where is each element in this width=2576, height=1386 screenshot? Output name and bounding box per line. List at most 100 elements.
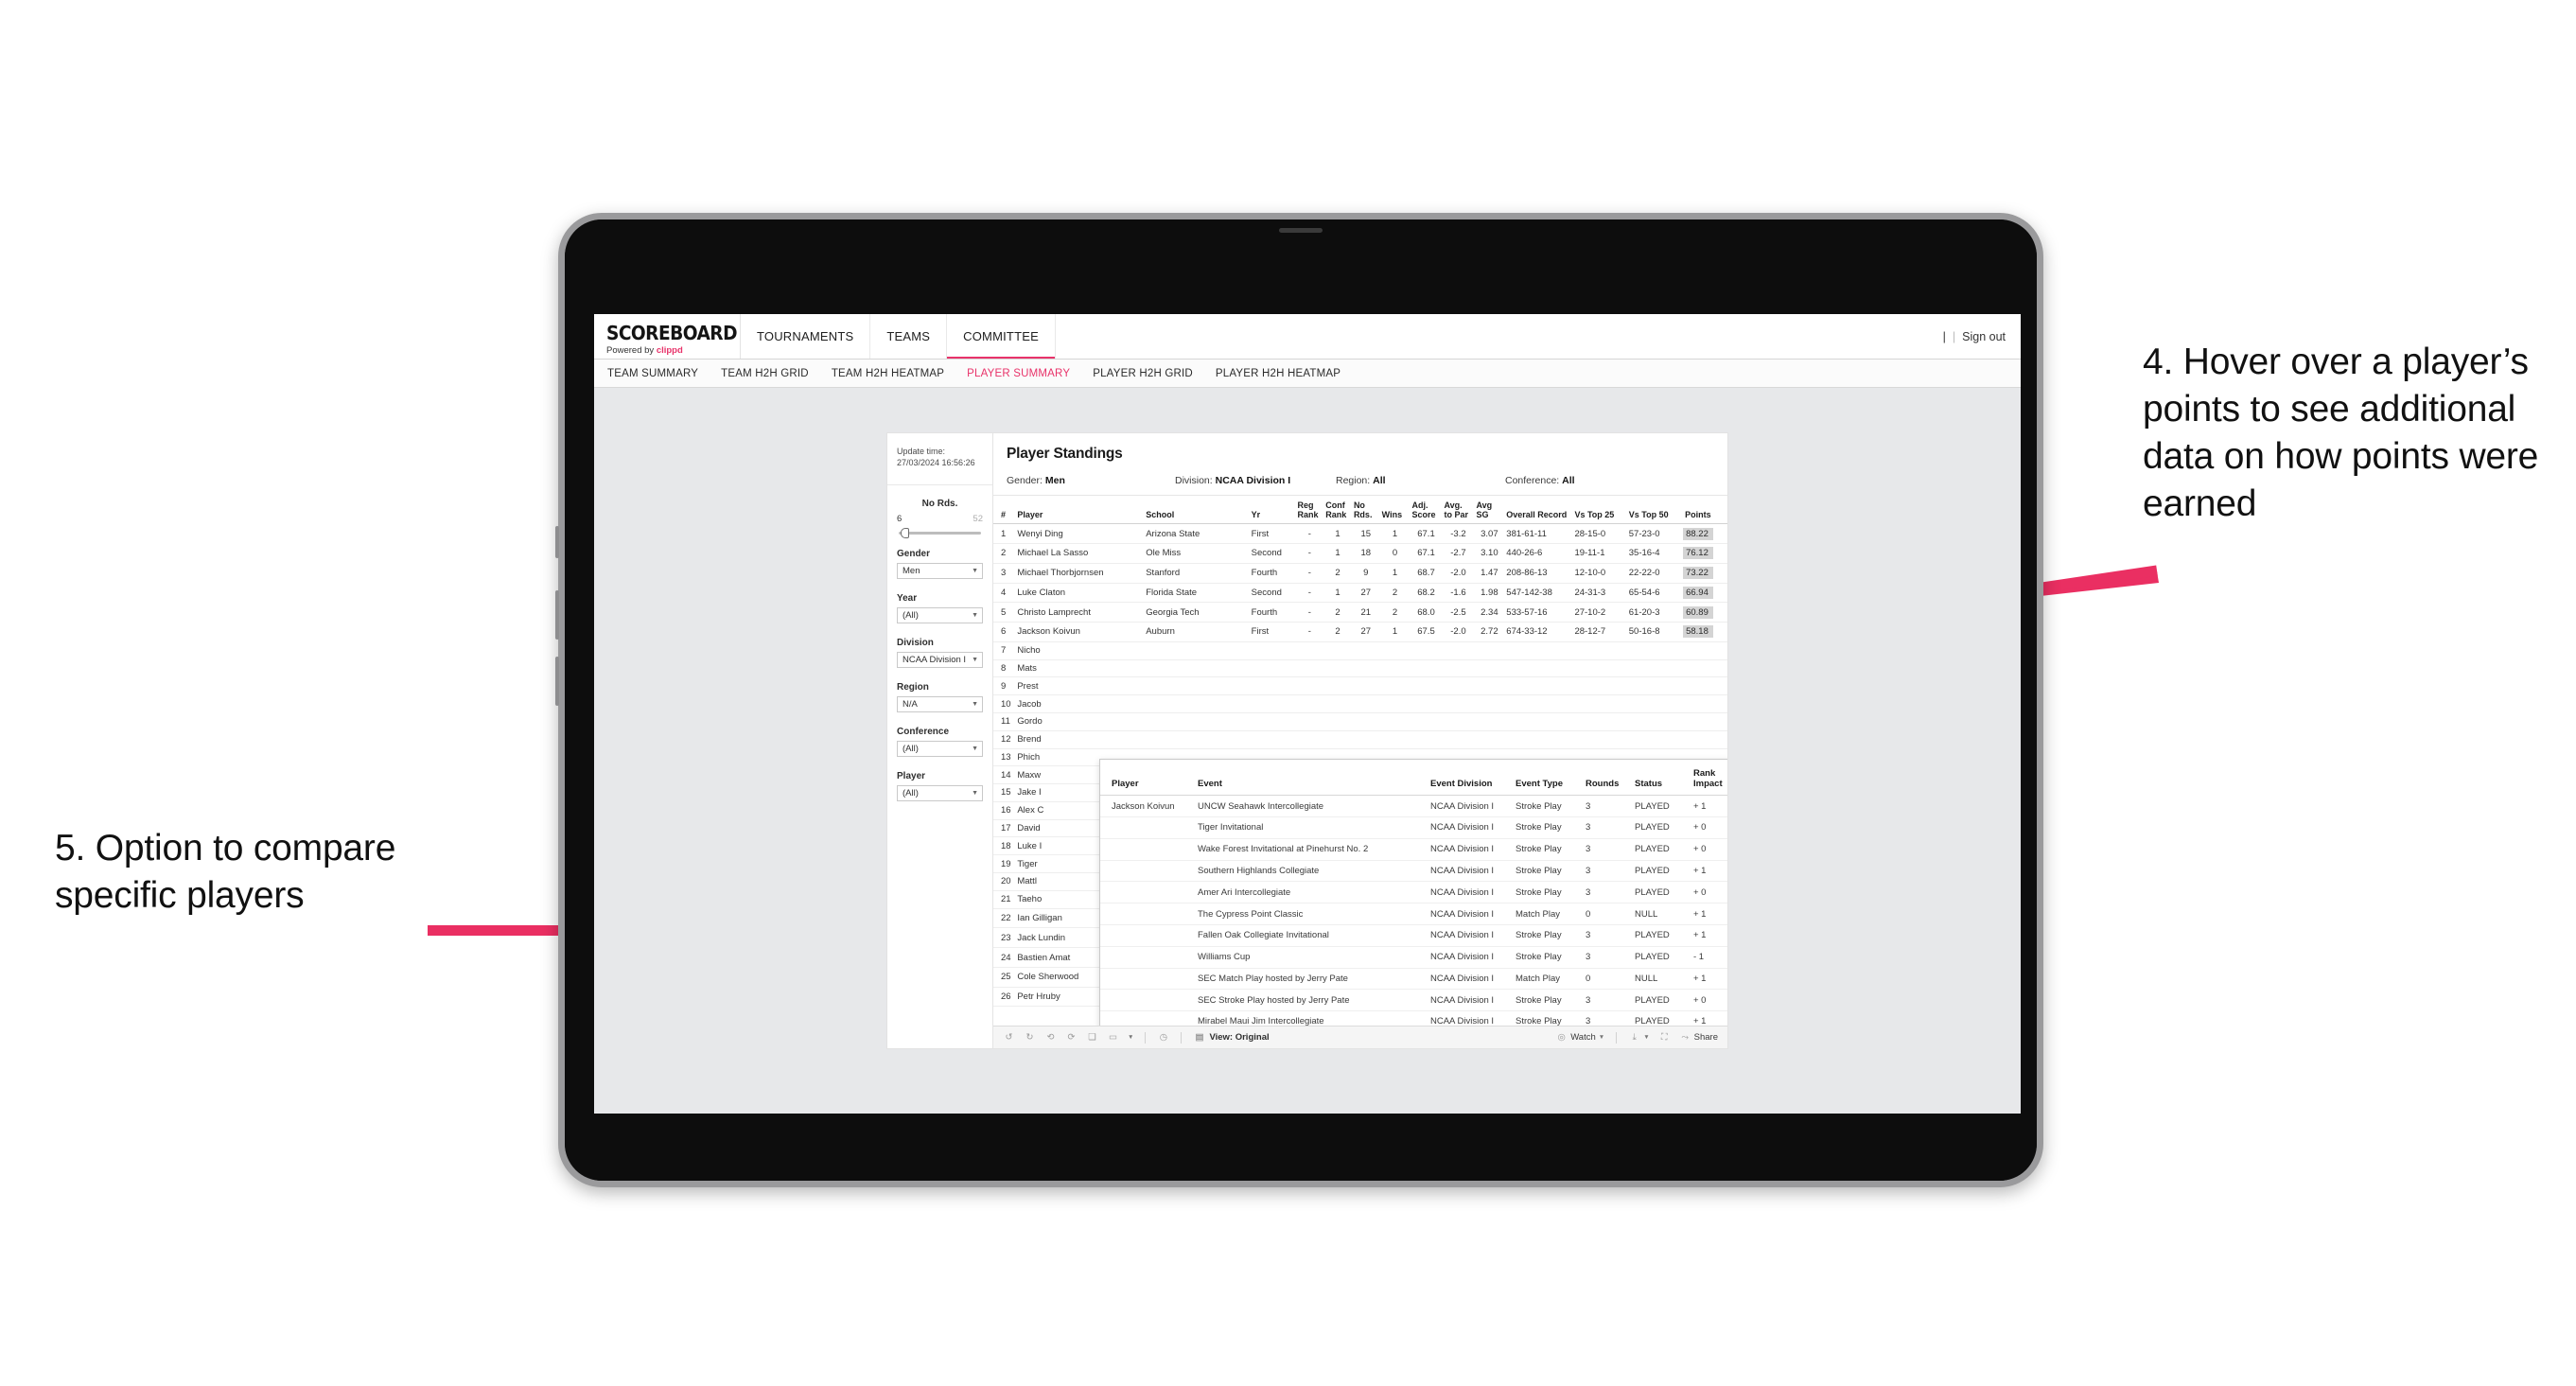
history-icon[interactable]: ◷ — [1157, 1031, 1169, 1044]
nav-committee[interactable]: COMMITTEE — [947, 314, 1056, 359]
tt-event-cell: Southern Highlands Collegiate — [1195, 860, 1428, 883]
points-cell[interactable]: 58.18 — [1681, 622, 1727, 642]
tab-player-summary[interactable]: PLAYER SUMMARY — [967, 368, 1070, 379]
rounds-cell: 15 — [1351, 523, 1380, 544]
table-row[interactable]: 2 Michael La Sasso Ole Miss Second -1 18 0 67.1… — [993, 543, 1727, 564]
revert-icon[interactable]: ⟲ — [1044, 1031, 1057, 1044]
col-no-rounds[interactable]: No Rds. — [1351, 496, 1380, 525]
conf-rank-cell: 2 — [1323, 563, 1352, 584]
fullscreen-icon[interactable]: ⛶ — [1658, 1031, 1671, 1044]
wins-cell: 2 — [1379, 583, 1411, 604]
tab-team-h2h-heatmap[interactable]: TEAM H2H HEATMAP — [832, 368, 944, 379]
table-row[interactable]: 3 Michael Thorbjornsen Stanford Fourth -2 9 1 6… — [993, 563, 1727, 584]
powered-by-text: Powered by — [606, 344, 657, 356]
power-button[interactable] — [555, 526, 559, 558]
player-dropdown[interactable]: (All) ▼ — [897, 785, 983, 802]
vs-top25-cell: 19-11-1 — [1572, 543, 1627, 564]
col-vs-top-25[interactable]: Vs Top 25 — [1572, 496, 1627, 525]
col-points[interactable]: Points — [1681, 496, 1727, 525]
highlight-icon[interactable]: ▭ — [1107, 1031, 1119, 1044]
tab-team-h2h-grid[interactable]: TEAM H2H GRID — [721, 368, 809, 379]
no-rounds-slider-group: No Rds. 6 52 — [897, 499, 983, 539]
col-overall-record[interactable]: Overall Record — [1504, 496, 1573, 525]
points-cell[interactable]: 88.22 — [1681, 523, 1727, 544]
tt-rank-line1: Rank — [1693, 768, 1716, 779]
redo-icon[interactable]: ↻ — [1024, 1031, 1036, 1044]
watch-button[interactable]: ◎ Watch ▼ — [1555, 1031, 1605, 1044]
download-button[interactable]: ⤓ ▼ — [1628, 1031, 1650, 1044]
volume-down-button[interactable] — [555, 657, 559, 706]
gender-dropdown[interactable]: Men ▼ — [897, 563, 983, 580]
no-rounds-slider[interactable] — [899, 528, 981, 539]
tt-rank-impact-cell: + 0 — [1691, 881, 1727, 904]
col-rank[interactable]: # — [993, 496, 1016, 525]
view-original-button[interactable]: ▤ View: Original — [1193, 1031, 1269, 1044]
year-dropdown[interactable]: (All) ▼ — [897, 607, 983, 624]
table-row[interactable]: 7 Nicho — [993, 641, 1727, 660]
conference-dropdown[interactable]: (All) ▼ — [897, 741, 983, 758]
points-cell[interactable]: 73.22 — [1681, 563, 1727, 584]
undo-icon[interactable]: ↺ — [1003, 1031, 1015, 1044]
refresh-data-icon[interactable]: ⟳ — [1065, 1031, 1078, 1044]
tt-event-cell: Wake Forest Invitational at Pinehurst No… — [1195, 838, 1428, 861]
points-cell[interactable]: 60.89 — [1681, 602, 1727, 623]
sign-out-link[interactable]: Sign out — [1962, 330, 2006, 343]
division-dropdown[interactable]: NCAA Division I ▼ — [897, 652, 983, 669]
col-player[interactable]: Player — [1015, 496, 1145, 525]
share-icon: ⤳ — [1681, 1032, 1689, 1043]
table-row[interactable]: 12 Brend — [993, 730, 1727, 749]
tt-rank-impact-cell: - 1 — [1691, 946, 1727, 969]
nav-teams[interactable]: TEAMS — [870, 314, 948, 359]
tt-division-cell: NCAA Division I — [1428, 860, 1513, 883]
nav-tournaments[interactable]: TOURNAMENTS — [741, 314, 871, 359]
col-avg-sg[interactable]: Avg SG — [1474, 496, 1505, 525]
region-dropdown[interactable]: N/A ▼ — [897, 696, 983, 713]
table-row[interactable]: 8 Mats — [993, 659, 1727, 678]
adj-score-cell: 67.1 — [1410, 543, 1443, 564]
tt-rounds-cell: 3 — [1583, 881, 1632, 904]
player-cell: Wenyi Ding — [1015, 523, 1145, 544]
tt-division-cell: NCAA Division I — [1428, 968, 1513, 991]
school-cell: Arizona State — [1144, 523, 1250, 544]
view-label: View: Original — [1209, 1032, 1270, 1043]
rounds-cell: 27 — [1351, 622, 1380, 642]
avg-par-cell: -2.7 — [1442, 543, 1475, 564]
tt-player-cell — [1100, 1010, 1195, 1026]
tab-team-summary[interactable]: TEAM SUMMARY — [607, 368, 698, 379]
col-conf-rank[interactable]: Conf Rank — [1323, 496, 1352, 525]
viz-bottom-toolbar: ↺ ↻ ⟲ ⟳ ❏ ▭ ▼ ◷ ▤ View: Original ◎ Watch… — [993, 1026, 1727, 1048]
table-row[interactable]: 9 Prest — [993, 676, 1727, 696]
pause-updates-icon[interactable]: ❏ — [1086, 1031, 1098, 1044]
slider-thumb[interactable] — [901, 528, 909, 539]
table-row[interactable]: 11 Gordo — [993, 712, 1727, 731]
avg-sg-cell: 1.98 — [1474, 583, 1505, 604]
chevron-down-icon[interactable]: ▼ — [1128, 1034, 1133, 1041]
tab-player-h2h-grid[interactable]: PLAYER H2H GRID — [1093, 368, 1193, 379]
tt-type-cell: Stroke Play — [1513, 795, 1583, 818]
table-row[interactable]: 1 Wenyi Ding Arizona State First -1 15 1 67.1 -3… — [993, 523, 1727, 544]
reg-rank-cell: - — [1295, 622, 1324, 642]
col-year[interactable]: Yr — [1249, 496, 1296, 525]
rank-cell: 25 — [993, 967, 1016, 988]
chevron-down-icon: ▼ — [972, 701, 978, 709]
col-wins[interactable]: Wins — [1379, 496, 1411, 525]
volume-up-button[interactable] — [555, 590, 559, 640]
reg-rank-cell: - — [1295, 602, 1324, 623]
col-vs-top-50[interactable]: Vs Top 50 — [1626, 496, 1682, 525]
col-school[interactable]: School — [1144, 496, 1250, 525]
top-navigation-bar: SCOREBOARD Powered by clippd TOURNAMENTS… — [594, 314, 2021, 360]
col-adj-score[interactable]: Adj. Score — [1410, 496, 1443, 525]
tt-event-cell: Tiger Invitational — [1195, 816, 1428, 839]
tab-player-h2h-heatmap[interactable]: PLAYER H2H HEATMAP — [1216, 368, 1341, 379]
points-cell[interactable]: 66.94 — [1681, 583, 1727, 604]
table-row[interactable]: 10 Jacob — [993, 694, 1727, 713]
share-button[interactable]: ⤳ Share — [1679, 1031, 1718, 1044]
table-row[interactable]: 6 Jackson Koivun Auburn First -2 27 1 67.5 -2.0 2… — [993, 622, 1727, 642]
table-row[interactable]: 4 Luke Claton Florida State Second -1 27 2 68.2… — [993, 583, 1727, 604]
table-row[interactable]: 5 Christo Lamprecht Georgia Tech Fourth -2 21… — [993, 602, 1727, 623]
points-cell[interactable]: 76.12 — [1681, 543, 1727, 564]
col-avg-to-par[interactable]: Avg. to Par — [1442, 496, 1475, 525]
chevron-down-icon: ▼ — [972, 568, 978, 575]
col-reg-rank[interactable]: Reg Rank — [1295, 496, 1324, 525]
brand-logo[interactable]: SCOREBOARD Powered by clippd — [594, 314, 741, 359]
